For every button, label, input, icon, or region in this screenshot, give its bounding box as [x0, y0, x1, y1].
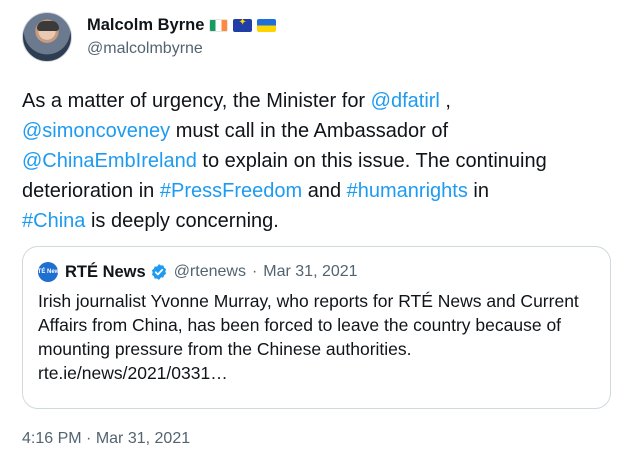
tweet-text-segment: in — [467, 180, 489, 202]
quoted-tweet-header: RTÉ News RTÉ News @rtenews · Mar 31, 202… — [33, 261, 595, 283]
tweet-timestamp[interactable]: 4:16 PM · Mar 31, 2021 — [22, 430, 190, 448]
quoted-tweet-card[interactable]: RTÉ News RTÉ News @rtenews · Mar 31, 202… — [22, 246, 611, 409]
verified-badge-icon — [150, 263, 168, 281]
hashtag-pressfreedom-link[interactable]: #PressFreedom — [160, 180, 302, 202]
quoted-link-text: rte.ie/news/2021/0331… — [38, 363, 228, 383]
mention-simoncoveney-link[interactable]: @simoncoveney — [22, 120, 170, 142]
author-avatar[interactable] — [22, 12, 72, 62]
quoted-avatar-text: RTÉ News — [33, 269, 63, 275]
timestamp-separator: · — [86, 430, 92, 447]
tweet-text-segment: As a matter of urgency, the Minister for — [22, 90, 371, 112]
timestamp-time: 4:16 PM — [22, 430, 82, 447]
quoted-separator: · — [251, 263, 258, 280]
tweet-text-segment: and — [302, 180, 347, 202]
tweet-text: As a matter of urgency, the Minister for… — [22, 86, 612, 236]
hashtag-humanrights-link[interactable]: #humanrights — [347, 180, 468, 202]
quoted-date: Mar 31, 2021 — [263, 263, 358, 280]
timestamp-date: Mar 31, 2021 — [95, 430, 191, 447]
quoted-author-name: RTÉ News — [65, 262, 146, 281]
flag-eu-icon — [233, 18, 253, 32]
quoted-author-handle: @rtenews — [173, 263, 246, 280]
mention-chinaembireland-link[interactable]: @ChinaEmbIreland — [22, 150, 197, 172]
author-names: Malcolm Byrne @malcolmbyrne — [87, 12, 277, 68]
quoted-text-body: Irish journalist Yvonne Murray, who repo… — [38, 291, 579, 359]
quoted-tweet-text: Irish journalist Yvonne Murray, who repo… — [38, 289, 603, 385]
tweet-text-segment: is deeply concerning. — [85, 210, 279, 232]
author-display-name[interactable]: Malcolm Byrne — [87, 16, 204, 35]
flag-ireland-icon — [209, 18, 229, 32]
tweet: Malcolm Byrne @malcolmbyrne As a matter … — [0, 0, 625, 467]
hashtag-china-link[interactable]: #China — [22, 210, 85, 232]
tweet-text-segment: , — [439, 90, 451, 112]
flag-ukraine-icon — [257, 18, 277, 32]
display-name-row: Malcolm Byrne — [87, 14, 277, 36]
quoted-author-avatar: RTÉ News — [33, 262, 63, 282]
tweet-header: Malcolm Byrne @malcolmbyrne — [22, 12, 277, 68]
tweet-text-segment: must call in the Ambassador of — [170, 120, 449, 142]
author-handle[interactable]: @malcolmbyrne — [87, 40, 276, 58]
mention-dfatirl-link[interactable]: @dfatirl — [371, 90, 440, 112]
